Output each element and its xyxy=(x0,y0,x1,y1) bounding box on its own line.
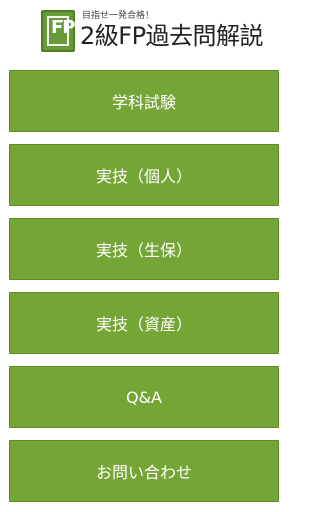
menu-button-qa[interactable]: Q&A xyxy=(9,366,279,428)
app-title: 2級FP過去問解説 xyxy=(80,22,264,50)
menu-button-contact[interactable]: お問い合わせ xyxy=(9,440,279,502)
menu-button-label: 実技（個人） xyxy=(95,167,192,186)
menu-button-practical-individual[interactable]: 実技（個人） xyxy=(9,144,279,206)
menu-button-label: 実技（生保） xyxy=(95,241,192,260)
menu-button-label: 学科試験 xyxy=(111,93,176,112)
menu-button-written-exam[interactable]: 学科試験 xyxy=(9,70,279,132)
logo-text: FP xyxy=(51,17,75,38)
menu-button-practical-life-insurance[interactable]: 実技（生保） xyxy=(9,218,279,280)
menu-button-label: お問い合わせ xyxy=(95,463,192,482)
menu-button-label: Q&A xyxy=(125,387,162,407)
menu-button-practical-assets[interactable]: 実技（資産） xyxy=(9,292,279,354)
main-menu: 学科試験 実技（個人） 実技（生保） 実技（資産） Q&A お問い合わせ xyxy=(9,70,279,502)
app-header: FP 目指せ一発合格！ 2級FP過去問解説 xyxy=(0,0,288,62)
menu-button-label: 実技（資産） xyxy=(95,315,192,334)
tagline: 目指せ一発合格！ xyxy=(82,11,155,21)
fp-logo: FP xyxy=(41,10,75,52)
